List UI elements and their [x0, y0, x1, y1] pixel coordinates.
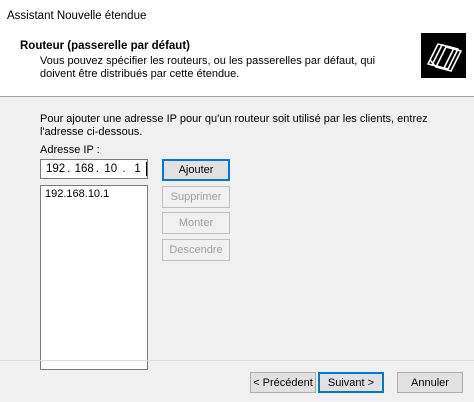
remove-button[interactable]: Supprimer	[162, 186, 230, 208]
ip-octet-2[interactable]: 168	[75, 163, 94, 175]
instructions-text: Pour ajouter une adresse IP pour qu'un r…	[40, 113, 428, 138]
cancel-button[interactable]: Annuler	[397, 372, 463, 393]
footer-divider	[0, 360, 474, 361]
router-list[interactable]: 192.168.10.1	[40, 185, 148, 370]
text-caret	[146, 162, 147, 176]
ip-octet-3[interactable]: 10	[103, 163, 118, 175]
folder-stack-icon	[421, 33, 466, 78]
add-button[interactable]: Ajouter	[162, 159, 230, 181]
window-title: Assistant Nouvelle étendue	[7, 10, 147, 22]
wizard-content: Pour ajouter une adresse IP pour qu'un r…	[0, 98, 474, 370]
ip-separator: .	[95, 163, 99, 175]
ip-address-label: Adresse IP :	[40, 144, 100, 156]
back-button[interactable]: < Précédent	[250, 372, 316, 393]
move-down-button[interactable]: Descendre	[162, 239, 230, 261]
next-button[interactable]: Suivant >	[318, 372, 384, 393]
ip-separator: .	[122, 163, 126, 175]
page-description: Vous pouvez spécifier les routeurs, ou l…	[40, 55, 376, 80]
window-titlebar: Assistant Nouvelle étendue	[0, 0, 474, 32]
ip-address-input[interactable]: 192 . 168 . 10 . 1	[40, 159, 148, 179]
move-up-button[interactable]: Monter	[162, 212, 230, 234]
list-item[interactable]: 192.168.10.1	[45, 188, 143, 200]
page-title: Routeur (passerelle par défaut)	[20, 40, 190, 52]
ip-octet-1[interactable]: 192	[46, 163, 65, 175]
wizard-header: Routeur (passerelle par défaut) Vous pou…	[0, 32, 474, 97]
ip-separator: .	[67, 163, 71, 175]
ip-octet-4[interactable]: 1	[130, 163, 145, 175]
